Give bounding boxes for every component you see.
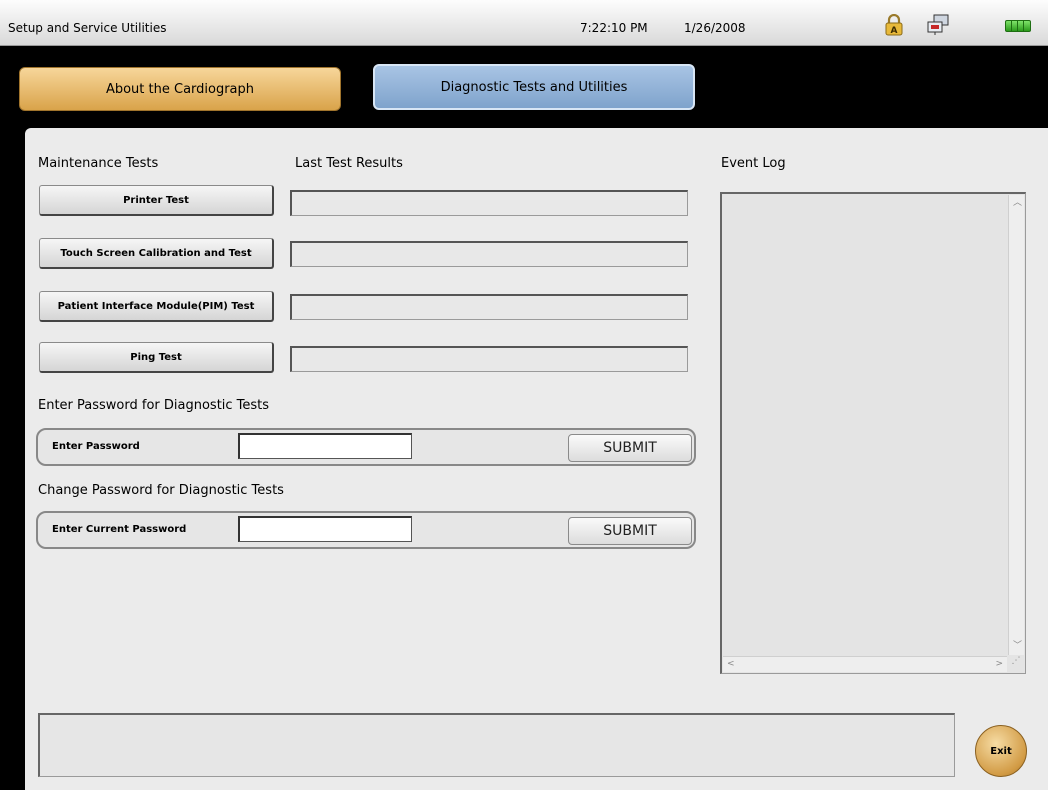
event-log-box[interactable]: ︿ ﹀ < > ⋰ (720, 192, 1026, 674)
scroll-up-icon[interactable]: ︿ (1013, 199, 1022, 208)
tab-about-cardiograph[interactable]: About the Cardiograph (19, 67, 341, 111)
current-password-label: Enter Current Password (52, 524, 187, 535)
enter-password-group: Enter Password SUBMIT (36, 428, 696, 466)
network-icon[interactable] (926, 14, 952, 36)
title-bar: Setup and Service Utilities 7:22:10 PM 1… (0, 0, 1048, 46)
ping-test-button[interactable]: Ping Test (39, 342, 274, 373)
clock-time: 7:22:10 PM (580, 21, 648, 35)
event-log-vertical-scrollbar[interactable]: ︿ ﹀ (1008, 195, 1024, 655)
pim-test-result (290, 294, 688, 320)
svg-text:A: A (891, 26, 898, 36)
scroll-left-icon[interactable]: < (727, 660, 735, 669)
printer-test-button[interactable]: Printer Test (39, 185, 274, 216)
maintenance-tests-heading: Maintenance Tests (38, 156, 159, 171)
lock-icon[interactable]: A (884, 13, 904, 36)
enter-password-label: Enter Password (52, 441, 140, 452)
exit-button[interactable]: Exit (975, 725, 1027, 777)
window-title: Setup and Service Utilities (8, 21, 167, 35)
touch-screen-test-result (290, 241, 688, 267)
change-password-group: Enter Current Password SUBMIT (36, 511, 696, 549)
tab-diagnostic-tests[interactable]: Diagnostic Tests and Utilities (373, 64, 695, 110)
enter-password-heading: Enter Password for Diagnostic Tests (38, 398, 270, 413)
enter-password-submit-button[interactable]: SUBMIT (568, 434, 692, 462)
event-log-horizontal-scrollbar[interactable]: < > (723, 656, 1007, 672)
change-password-heading: Change Password for Diagnostic Tests (38, 483, 284, 498)
clock-date: 1/26/2008 (684, 21, 746, 35)
battery-icon (1005, 20, 1031, 32)
event-log-heading: Event Log (721, 156, 786, 171)
scroll-down-icon[interactable]: ﹀ (1013, 642, 1022, 651)
last-test-results-heading: Last Test Results (295, 156, 403, 171)
current-password-input[interactable] (238, 516, 412, 542)
scroll-right-icon[interactable]: > (995, 660, 1003, 669)
resize-grip-icon[interactable]: ⋰ (1008, 656, 1024, 672)
change-password-submit-button[interactable]: SUBMIT (568, 517, 692, 545)
ping-test-result (290, 346, 688, 372)
printer-test-result (290, 190, 688, 216)
status-message-box (38, 713, 955, 777)
pim-test-button[interactable]: Patient Interface Module(PIM) Test (39, 291, 274, 322)
touch-screen-test-button[interactable]: Touch Screen Calibration and Test (39, 238, 274, 269)
enter-password-input[interactable] (238, 433, 412, 459)
